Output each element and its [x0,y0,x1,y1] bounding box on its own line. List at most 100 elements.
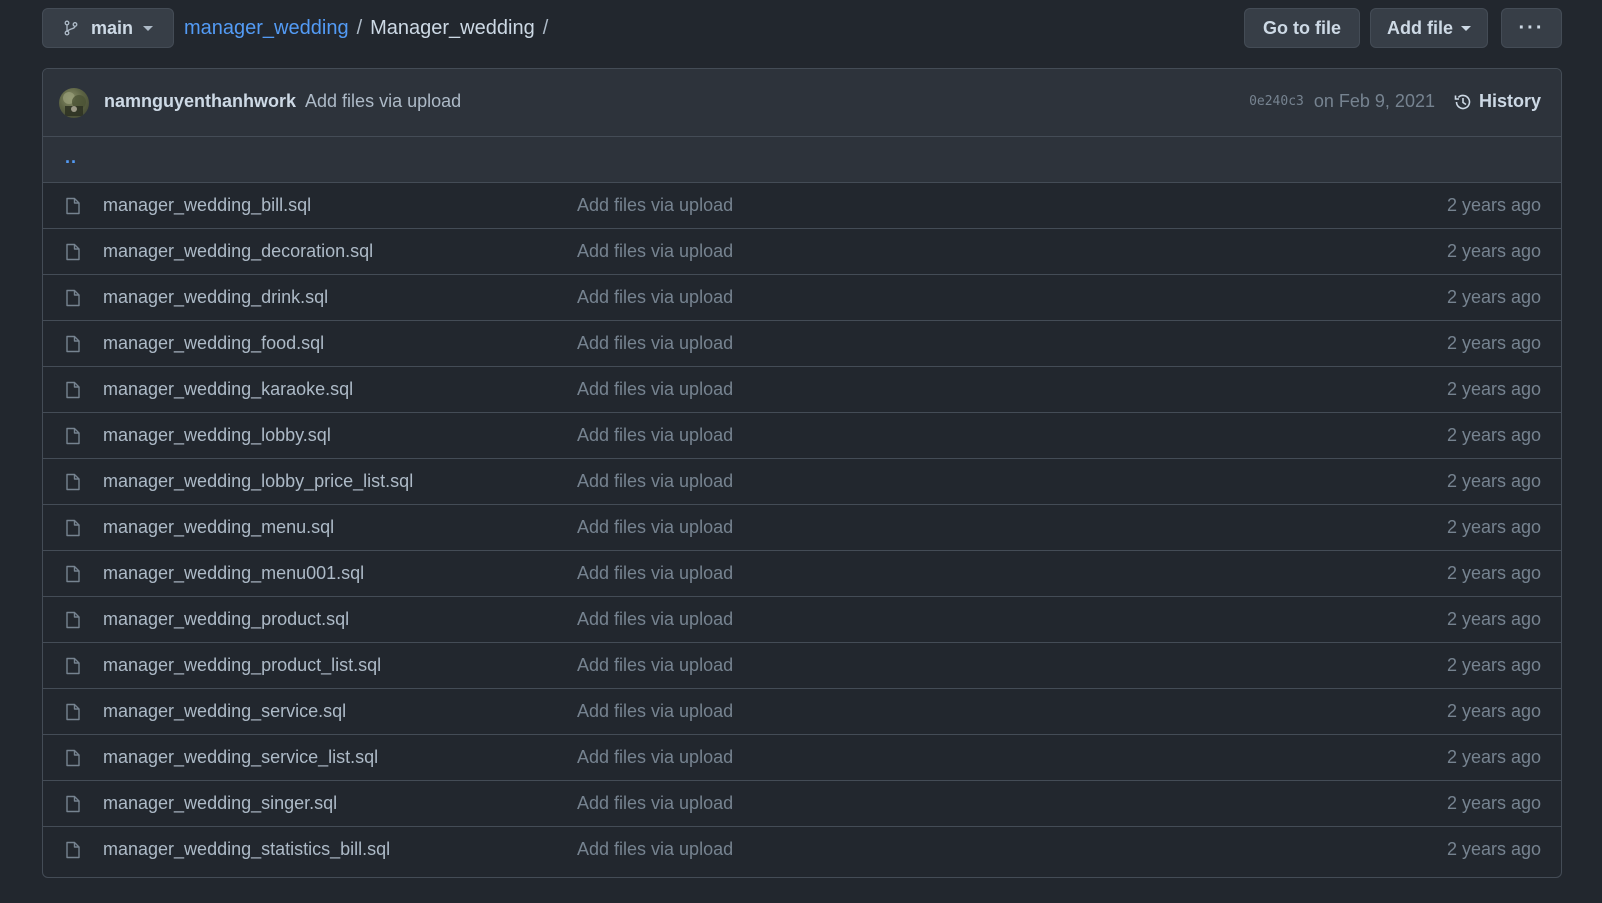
file-last-modified: 2 years ago [1446,793,1541,813]
file-last-modified: 2 years ago [1446,655,1541,675]
file-commit-message-link[interactable]: Add files via upload [577,333,733,354]
file-commit-message-link[interactable]: Add files via upload [577,425,733,446]
file-last-modified: 2 years ago [1446,241,1541,261]
file-row[interactable]: manager_wedding_lobby_price_list.sql Add… [43,459,1561,505]
file-commit-message-link[interactable]: Add files via upload [577,471,733,492]
file-list-box: namnguyenthanhwork Add files via upload … [42,68,1562,878]
file-row[interactable]: manager_wedding_menu.sql Add files via u… [43,505,1561,551]
parent-directory-link[interactable]: .. [65,147,77,168]
chevron-down-icon [1461,25,1471,31]
file-commit-message-link[interactable]: Add files via upload [577,241,733,262]
file-commit-message-link[interactable]: Add files via upload [577,701,733,722]
file-name-link[interactable]: manager_wedding_lobby.sql [103,425,331,446]
file-row[interactable]: manager_wedding_menu001.sql Add files vi… [43,551,1561,597]
repo-file-browser: main manager_wedding / Manager_wedding /… [0,0,1602,903]
go-to-file-button[interactable]: Go to file [1244,8,1360,48]
file-name-link[interactable]: manager_wedding_karaoke.sql [103,379,353,400]
commit-author-link[interactable]: namnguyenthanhwork [104,91,296,111]
git-branch-icon [63,20,79,36]
file-icon [65,795,81,813]
add-file-label: Add file [1387,17,1453,38]
file-name-link[interactable]: manager_wedding_food.sql [103,333,324,354]
file-icon [65,841,81,859]
file-navigation-bar: main manager_wedding / Manager_wedding /… [42,8,1562,48]
file-row[interactable]: manager_wedding_singer.sql Add files via… [43,781,1561,827]
file-commit-message-link[interactable]: Add files via upload [577,839,733,860]
file-name-link[interactable]: manager_wedding_lobby_price_list.sql [103,471,413,492]
commit-sha-link[interactable]: 0e240c3 [1249,94,1304,109]
file-row[interactable]: manager_wedding_food.sql Add files via u… [43,321,1561,367]
file-commit-message-link[interactable]: Add files via upload [577,379,733,400]
file-name-link[interactable]: manager_wedding_decoration.sql [103,241,373,262]
file-commit-message-link[interactable]: Add files via upload [577,563,733,584]
commit-meta: 0e240c3 on Feb 9, 2021 History [1249,91,1541,112]
kebab-horizontal-icon: ··· [1518,16,1545,39]
file-row[interactable]: manager_wedding_statistics_bill.sql Add … [43,827,1561,873]
more-options-button[interactable]: ··· [1501,8,1562,48]
file-name-link[interactable]: manager_wedding_menu.sql [103,517,334,538]
file-icon [65,335,81,353]
file-row[interactable]: manager_wedding_service_list.sql Add fil… [43,735,1561,781]
avatar[interactable] [59,88,89,118]
file-row[interactable]: manager_wedding_product.sql Add files vi… [43,597,1561,643]
file-row[interactable]: manager_wedding_product_list.sql Add fil… [43,643,1561,689]
file-name-link[interactable]: manager_wedding_bill.sql [103,195,311,216]
file-list: manager_wedding_bill.sql Add files via u… [43,183,1561,873]
file-last-modified: 2 years ago [1446,425,1541,445]
file-last-modified: 2 years ago [1446,471,1541,491]
file-commit-message-link[interactable]: Add files via upload [577,517,733,538]
go-to-file-label: Go to file [1263,17,1341,38]
commit-message-link[interactable]: Add files via upload [305,91,461,111]
breadcrumb-separator: / [356,16,363,39]
file-commit-message-link[interactable]: Add files via upload [577,793,733,814]
file-row[interactable]: manager_wedding_karaoke.sql Add files vi… [43,367,1561,413]
breadcrumb-trailing-separator: / [542,16,549,39]
file-row[interactable]: manager_wedding_service.sql Add files vi… [43,689,1561,735]
file-row[interactable]: manager_wedding_lobby.sql Add files via … [43,413,1561,459]
file-commit-message-link[interactable]: Add files via upload [577,287,733,308]
file-icon [65,427,81,445]
file-name-link[interactable]: manager_wedding_statistics_bill.sql [103,839,390,860]
file-icon [65,749,81,767]
file-row[interactable]: manager_wedding_bill.sql Add files via u… [43,183,1561,229]
file-commit-message-link[interactable]: Add files via upload [577,655,733,676]
file-last-modified: 2 years ago [1446,517,1541,537]
file-commit-message-link[interactable]: Add files via upload [577,195,733,216]
latest-commit-header: namnguyenthanhwork Add files via upload … [43,69,1561,137]
file-icon [65,611,81,629]
file-icon [65,565,81,583]
file-name-link[interactable]: manager_wedding_service.sql [103,701,346,722]
branch-name: main [91,17,134,38]
file-icon [65,243,81,261]
file-name-link[interactable]: manager_wedding_drink.sql [103,287,328,308]
file-commit-message-link[interactable]: Add files via upload [577,747,733,768]
commit-date: on Feb 9, 2021 [1313,91,1435,111]
history-link[interactable]: History [1453,91,1541,112]
file-name-link[interactable]: manager_wedding_product.sql [103,609,349,630]
file-name-link[interactable]: manager_wedding_menu001.sql [103,563,364,584]
file-commit-message-link[interactable]: Add files via upload [577,609,733,630]
file-last-modified: 2 years ago [1446,287,1541,307]
breadcrumb-repo-link[interactable]: manager_wedding [184,17,349,40]
file-last-modified: 2 years ago [1446,195,1541,215]
file-icon [65,289,81,307]
file-last-modified: 2 years ago [1446,609,1541,629]
file-icon [65,657,81,675]
file-icon [65,703,81,721]
file-last-modified: 2 years ago [1446,701,1541,721]
file-row[interactable]: manager_wedding_decoration.sql Add files… [43,229,1561,275]
breadcrumb-current-directory: Manager_wedding [370,16,535,39]
parent-directory-row[interactable]: .. [43,137,1561,183]
file-row[interactable]: manager_wedding_drink.sql Add files via … [43,275,1561,321]
file-last-modified: 2 years ago [1446,563,1541,583]
add-file-button[interactable]: Add file [1370,8,1488,48]
branch-selector-button[interactable]: main [42,8,174,48]
file-name-link[interactable]: manager_wedding_singer.sql [103,793,337,814]
file-last-modified: 2 years ago [1446,379,1541,399]
history-icon [1453,92,1473,112]
chevron-down-icon [143,25,154,31]
file-name-link[interactable]: manager_wedding_product_list.sql [103,655,381,676]
file-icon [65,473,81,491]
breadcrumb: manager_wedding / Manager_wedding / [184,8,556,48]
file-name-link[interactable]: manager_wedding_service_list.sql [103,747,378,768]
